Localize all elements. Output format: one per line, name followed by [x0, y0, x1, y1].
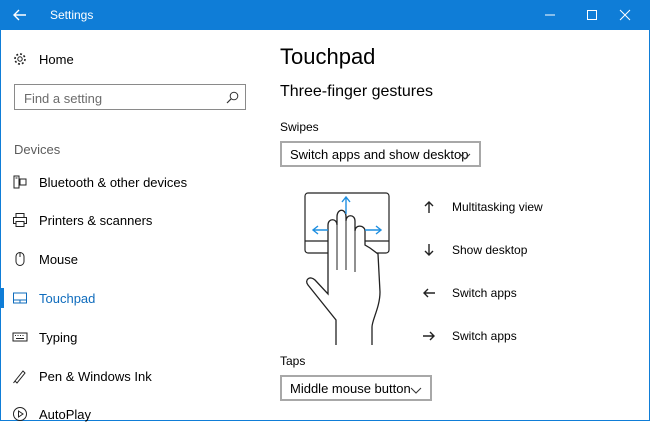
three-finger-gesture-illustration [304, 192, 390, 345]
chevron-down-icon [459, 153, 471, 160]
chevron-down-icon [410, 387, 422, 394]
sidebar-item-label: Typing [39, 329, 78, 345]
mouse-icon [12, 251, 28, 267]
back-arrow-icon[interactable] [12, 7, 28, 23]
sidebar-item-label: Pen & Windows Ink [39, 368, 152, 384]
gesture-label: Switch apps [452, 286, 517, 300]
arrow-down-icon [420, 241, 438, 259]
swipes-dropdown[interactable]: Switch apps and show desktop [280, 141, 481, 167]
devices-section-heading: Devices [14, 142, 61, 157]
search-placeholder: Find a setting [24, 91, 103, 106]
arrow-right-icon [420, 327, 438, 345]
minimize-button[interactable] [530, 0, 570, 30]
arrow-left-icon [420, 284, 438, 302]
sidebar-item-autoplay[interactable]: AutoPlay [0, 402, 260, 426]
window-title: Settings [50, 8, 94, 22]
search-box[interactable]: Find a setting [14, 84, 246, 110]
home-nav-item[interactable]: Home [13, 50, 74, 68]
home-label: Home [39, 51, 74, 67]
sidebar-item-touchpad[interactable]: Touchpad [0, 286, 260, 310]
taps-label: Taps [280, 354, 306, 368]
close-button[interactable] [605, 0, 645, 30]
close-icon [619, 9, 631, 21]
autoplay-icon [12, 406, 28, 422]
minimize-icon [545, 14, 555, 16]
gesture-row-right: Switch apps [420, 327, 517, 345]
sidebar-item-label: Mouse [39, 251, 79, 267]
swipes-dropdown-value: Switch apps and show desktop [290, 146, 469, 162]
taps-dropdown-value: Middle mouse button [290, 380, 411, 396]
gear-icon [14, 53, 26, 65]
taps-dropdown[interactable]: Middle mouse button [280, 375, 432, 401]
sidebar-item-bluetooth[interactable]: Bluetooth & other devices [0, 170, 260, 194]
sidebar-item-mouse[interactable]: Mouse [0, 247, 260, 271]
sidebar-item-label: Bluetooth & other devices [39, 174, 188, 190]
sidebar-item-pen[interactable]: Pen & Windows Ink [0, 364, 260, 388]
sidebar-item-label: AutoPlay [39, 406, 92, 422]
gesture-label: Show desktop [452, 243, 528, 257]
sidebar-item-printers[interactable]: Printers & scanners [0, 208, 260, 232]
page-title: Touchpad [280, 44, 376, 69]
gesture-row-down: Show desktop [420, 241, 527, 259]
sidebar-item-label: Touchpad [39, 290, 96, 306]
section-title: Three-finger gestures [280, 83, 433, 100]
sidebar-item-typing[interactable]: Typing [0, 325, 260, 349]
search-icon[interactable] [226, 91, 239, 104]
bluetooth-devices-icon [12, 174, 28, 190]
sidebar-item-label: Printers & scanners [39, 212, 153, 228]
gesture-label: Multitasking view [452, 200, 543, 214]
selected-indicator [0, 288, 4, 308]
maximize-icon [587, 10, 597, 20]
swipes-label: Swipes [280, 120, 319, 134]
arrow-up-icon [420, 198, 438, 216]
touchpad-icon [12, 290, 28, 306]
pen-icon [12, 368, 28, 384]
keyboard-icon [12, 329, 28, 345]
gesture-row-left: Switch apps [420, 284, 517, 302]
title-bar: Settings [0, 0, 650, 30]
gesture-label: Switch apps [452, 329, 517, 343]
gesture-row-up: Multitasking view [420, 198, 543, 216]
printer-icon [12, 212, 28, 228]
